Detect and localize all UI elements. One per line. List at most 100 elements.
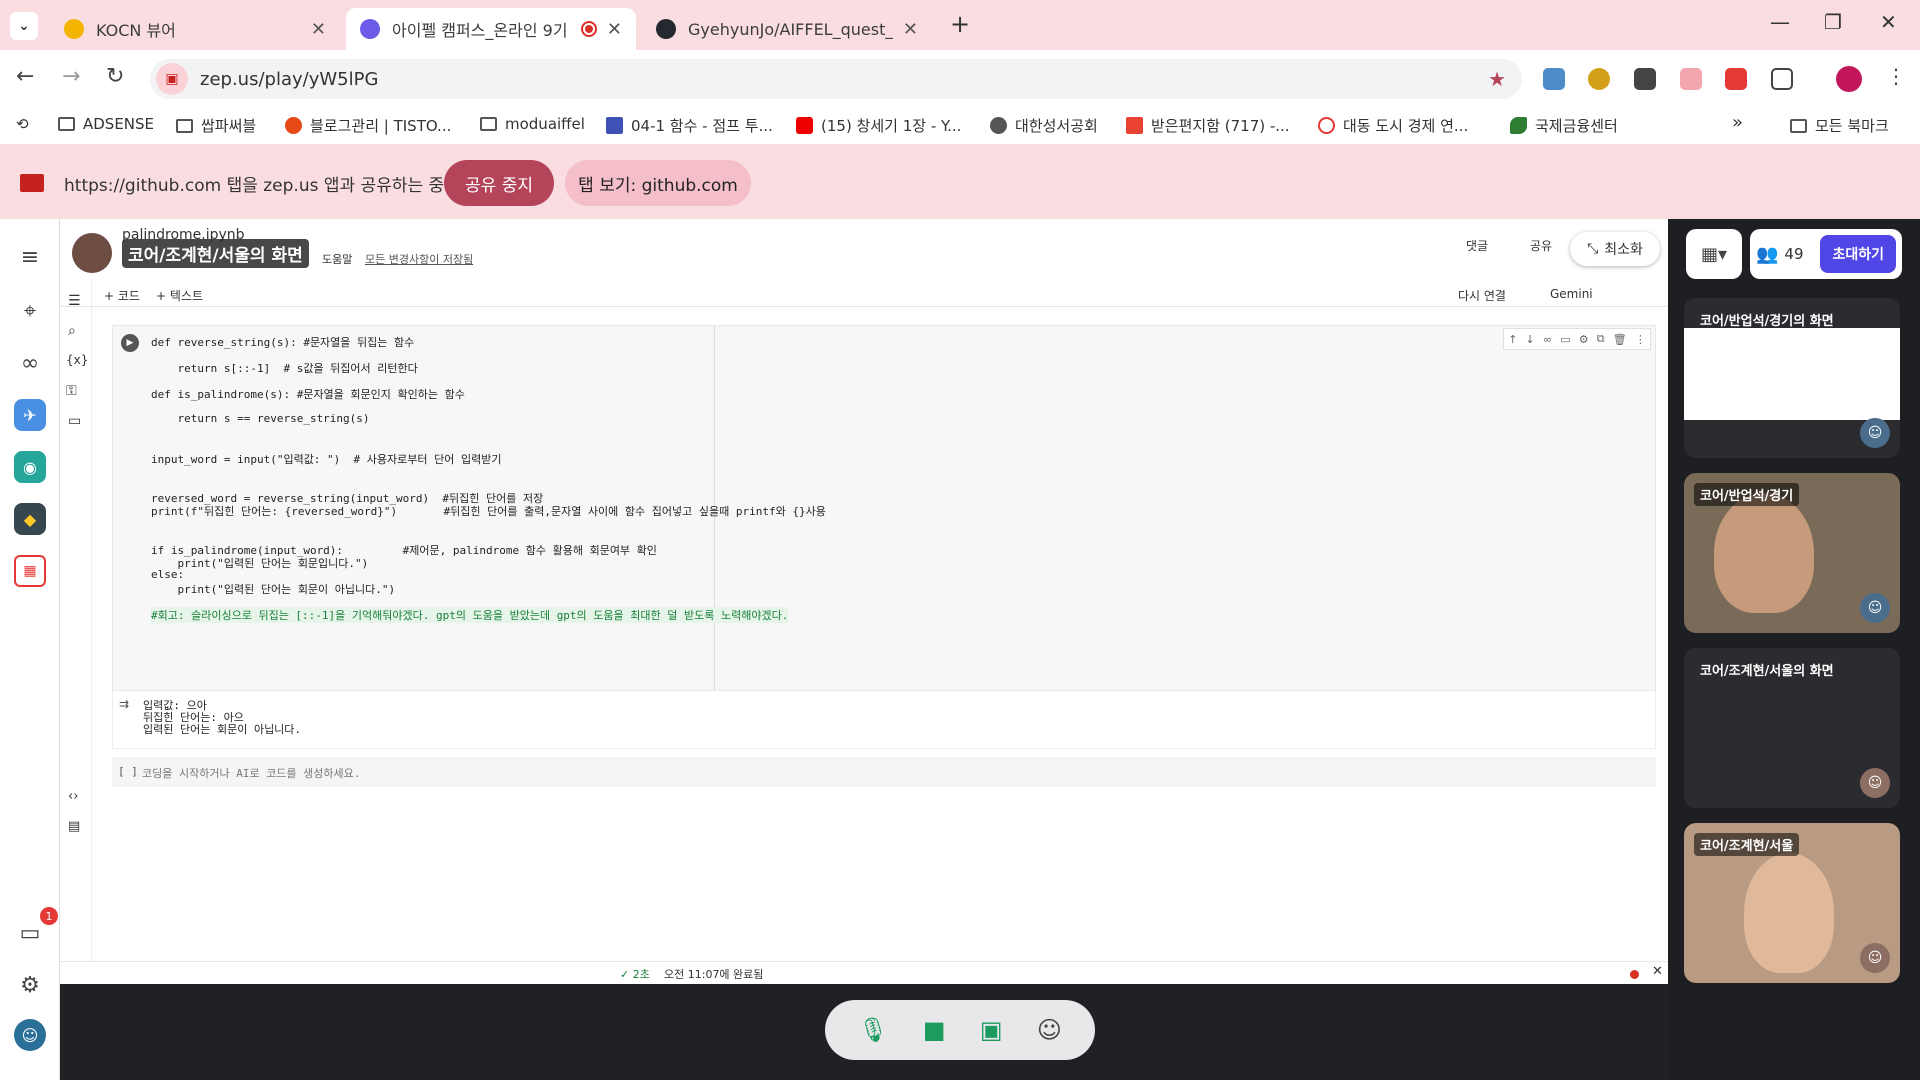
microphone-icon[interactable]: 🎙 (858, 1016, 888, 1044)
output-toggle-icon[interactable]: ⇉ (119, 697, 129, 711)
folder-icon[interactable]: ▭ (68, 413, 81, 429)
chrome-menu-icon[interactable]: ⋮ (1886, 64, 1906, 88)
participants-panel: ▦▾ 👥 49 초대하기 코어/반업석/경기의 화면 ☺ 코어/반업석/경기 ☺… (1668, 219, 1920, 1080)
bookmark-star-icon[interactable]: ★ (1488, 67, 1506, 91)
participant-tile[interactable]: 코어/조계현/서울 ☺ (1684, 823, 1900, 983)
my-avatar[interactable]: ☺ (14, 1019, 46, 1051)
new-tab-button[interactable]: + (950, 10, 970, 38)
copy-icon[interactable]: ⧉ (1597, 332, 1605, 346)
address-bar[interactable]: ▣ zep.us/play/yW5lPG ★ (150, 59, 1522, 99)
delete-icon[interactable]: 🗑 (1613, 333, 1627, 346)
extension-1-icon[interactable] (1543, 68, 1565, 90)
tab-kocn[interactable]: KOCN 뷰어 ✕ (50, 8, 340, 50)
minimize-window-icon[interactable]: — (1770, 10, 1790, 34)
emoji-icon[interactable]: ☺ (1037, 1016, 1062, 1044)
calendar-icon[interactable]: ▦ (14, 555, 46, 587)
close-tab-icon[interactable]: ✕ (607, 19, 622, 40)
site-icon (1318, 117, 1335, 134)
extension-4-icon[interactable] (1680, 68, 1702, 90)
terminal-icon[interactable]: ▤ (68, 819, 80, 834)
search-icon[interactable]: ⌕ (68, 323, 76, 339)
layout-toggle-button[interactable]: ▦▾ (1686, 229, 1742, 279)
location-pin-icon[interactable]: ⌖ (14, 295, 46, 327)
tab-title: GyehyunJo/AIFFEL_quest_cr (688, 19, 893, 39)
restore-window-icon[interactable]: ❐ (1824, 10, 1842, 34)
close-tab-icon[interactable]: ✕ (903, 19, 918, 40)
users-icon: 👥 (1756, 243, 1779, 265)
participant-tile[interactable]: 코어/반업석/경기의 화면 ☺ (1684, 298, 1900, 458)
tab-aiffel[interactable]: 아이펠 캠퍼스_온라인 9기 ✕ (346, 8, 636, 50)
history-icon[interactable]: ⟲ (16, 115, 29, 133)
bookmark-item[interactable]: 블로그관리 | TISTO... (285, 115, 451, 136)
menu-help[interactable]: 도움말 (322, 251, 352, 267)
site-info-icon[interactable]: ▣ (156, 63, 188, 95)
stop-sharing-button[interactable]: 공유 중지 (444, 160, 554, 206)
toc-icon[interactable]: ☰ (68, 293, 81, 309)
youtube-icon (796, 117, 813, 134)
bookmark-item[interactable]: 대한성서공회 (990, 115, 1098, 136)
gemini-button[interactable]: Gemini (1550, 287, 1593, 301)
tab-search-button[interactable]: ⌄ (10, 12, 38, 40)
menu-icon[interactable]: ≡ (14, 241, 46, 273)
code-cell[interactable]: ▶ ↑ ↓ ∞ ▭ ⚙ ⧉ 🗑 ⋮ def reverse_string(s): #문자열을 … (112, 325, 1656, 691)
move-down-icon[interactable]: ↓ (1525, 333, 1534, 346)
key-icon[interactable]: ⚿ (66, 383, 77, 399)
layout-grid-icon: ▦▾ (1700, 243, 1728, 265)
settings-icon[interactable]: ⚙ (1579, 333, 1589, 346)
bookmark-item[interactable]: 쌉파써블 (176, 115, 256, 136)
bookmark-item[interactable]: (15) 창세기 1장 - Y... (796, 115, 961, 136)
reload-icon[interactable]: ↻ (106, 64, 124, 89)
invite-button[interactable]: 초대하기 (1820, 235, 1896, 273)
app-gallery-icon[interactable]: ◆ (14, 503, 46, 535)
participant-tile[interactable]: 코어/반업석/경기 ☺ (1684, 473, 1900, 633)
close-tab-icon[interactable]: ✕ (311, 19, 326, 40)
tab-github[interactable]: GyehyunJo/AIFFEL_quest_cr ✕ (642, 8, 932, 50)
add-text-button[interactable]: + 텍스트 (156, 287, 203, 304)
output-line: 입력된 단어는 회문이 아닙니다. (143, 723, 302, 736)
forward-icon[interactable]: → (62, 64, 80, 89)
close-window-icon[interactable]: ✕ (1880, 10, 1897, 34)
app-camera-icon[interactable]: ◉ (14, 451, 46, 483)
link-icon[interactable]: ∞ (1543, 333, 1552, 346)
zep-left-rail: ≡ ⌖ ∞ ✈ ◉ ◆ ▦ ▭ 1 ⚙ ☺ (0, 219, 60, 1080)
extension-2-icon[interactable] (1588, 68, 1610, 90)
url-text: zep.us/play/yW5lPG (200, 68, 379, 90)
extension-m-icon[interactable] (1634, 68, 1656, 90)
code-line: print("입력된 단어는 회문이 아닙니다.") (151, 583, 396, 596)
shared-screen: palindrome.ipynb 도움말 모든 변경사항이 저장됨 댓글 공유 … (60, 219, 1668, 984)
comments-button[interactable]: 댓글 (1466, 237, 1488, 254)
bookmark-item[interactable]: moduaiffel (480, 115, 585, 133)
variables-icon[interactable]: {x} (66, 353, 88, 367)
participant-tile[interactable]: 코어/조계현/서울의 화면 ☺ (1684, 648, 1900, 808)
tistory-icon (285, 117, 302, 134)
app-rocket-icon[interactable]: ✈ (14, 399, 46, 431)
profile-avatar[interactable] (1836, 66, 1862, 92)
back-icon[interactable]: ← (16, 64, 34, 89)
bookmark-item[interactable]: 04-1 함수 - 점프 투... (606, 115, 773, 136)
reconnect-button[interactable]: 다시 연결 (1458, 287, 1506, 304)
settings-gear-icon[interactable]: ⚙ (14, 969, 46, 1001)
minimize-screen-button[interactable]: ⤡ 최소화 (1570, 232, 1660, 266)
all-bookmarks-button[interactable]: 모든 북마크 (1790, 115, 1889, 136)
bookmarks-overflow-button[interactable]: » (1732, 112, 1743, 133)
bookmark-item[interactable]: 국제금융센터 (1510, 115, 1618, 136)
comment-icon[interactable]: ▭ (1560, 333, 1570, 346)
link-icon[interactable]: ∞ (14, 347, 46, 379)
extensions-puzzle-icon[interactable] (1771, 68, 1793, 90)
camera-icon[interactable]: ■ (923, 1016, 946, 1044)
bookmark-item[interactable]: 대동 도시 경제 연... (1318, 115, 1468, 136)
view-tab-button[interactable]: 탭 보기: github.com (565, 160, 751, 206)
bookmark-item[interactable]: ADSENSE (58, 115, 154, 133)
code-line: #회고: 슬라이싱으로 뒤집는 [::-1]을 기억해둬야겠다. gpt의 도움… (151, 607, 789, 623)
add-code-button[interactable]: + 코드 (104, 287, 140, 304)
more-icon[interactable]: ⋮ (1635, 333, 1646, 346)
screen-share-icon[interactable]: ▣ (980, 1016, 1003, 1044)
empty-code-cell[interactable]: [ ] 코딩을 시작하거나 AI로 코드를 생성하세요. (112, 757, 1656, 787)
code-snippets-icon[interactable]: ‹› (68, 789, 78, 804)
share-button[interactable]: 공유 (1530, 237, 1552, 254)
close-status-icon[interactable]: ✕ (1652, 964, 1663, 979)
bookmark-item[interactable]: 받은편지함 (717) -... (1126, 115, 1290, 136)
move-up-icon[interactable]: ↑ (1508, 333, 1517, 346)
run-cell-icon[interactable]: ▶ (121, 334, 139, 352)
extension-5-icon[interactable] (1725, 68, 1747, 90)
